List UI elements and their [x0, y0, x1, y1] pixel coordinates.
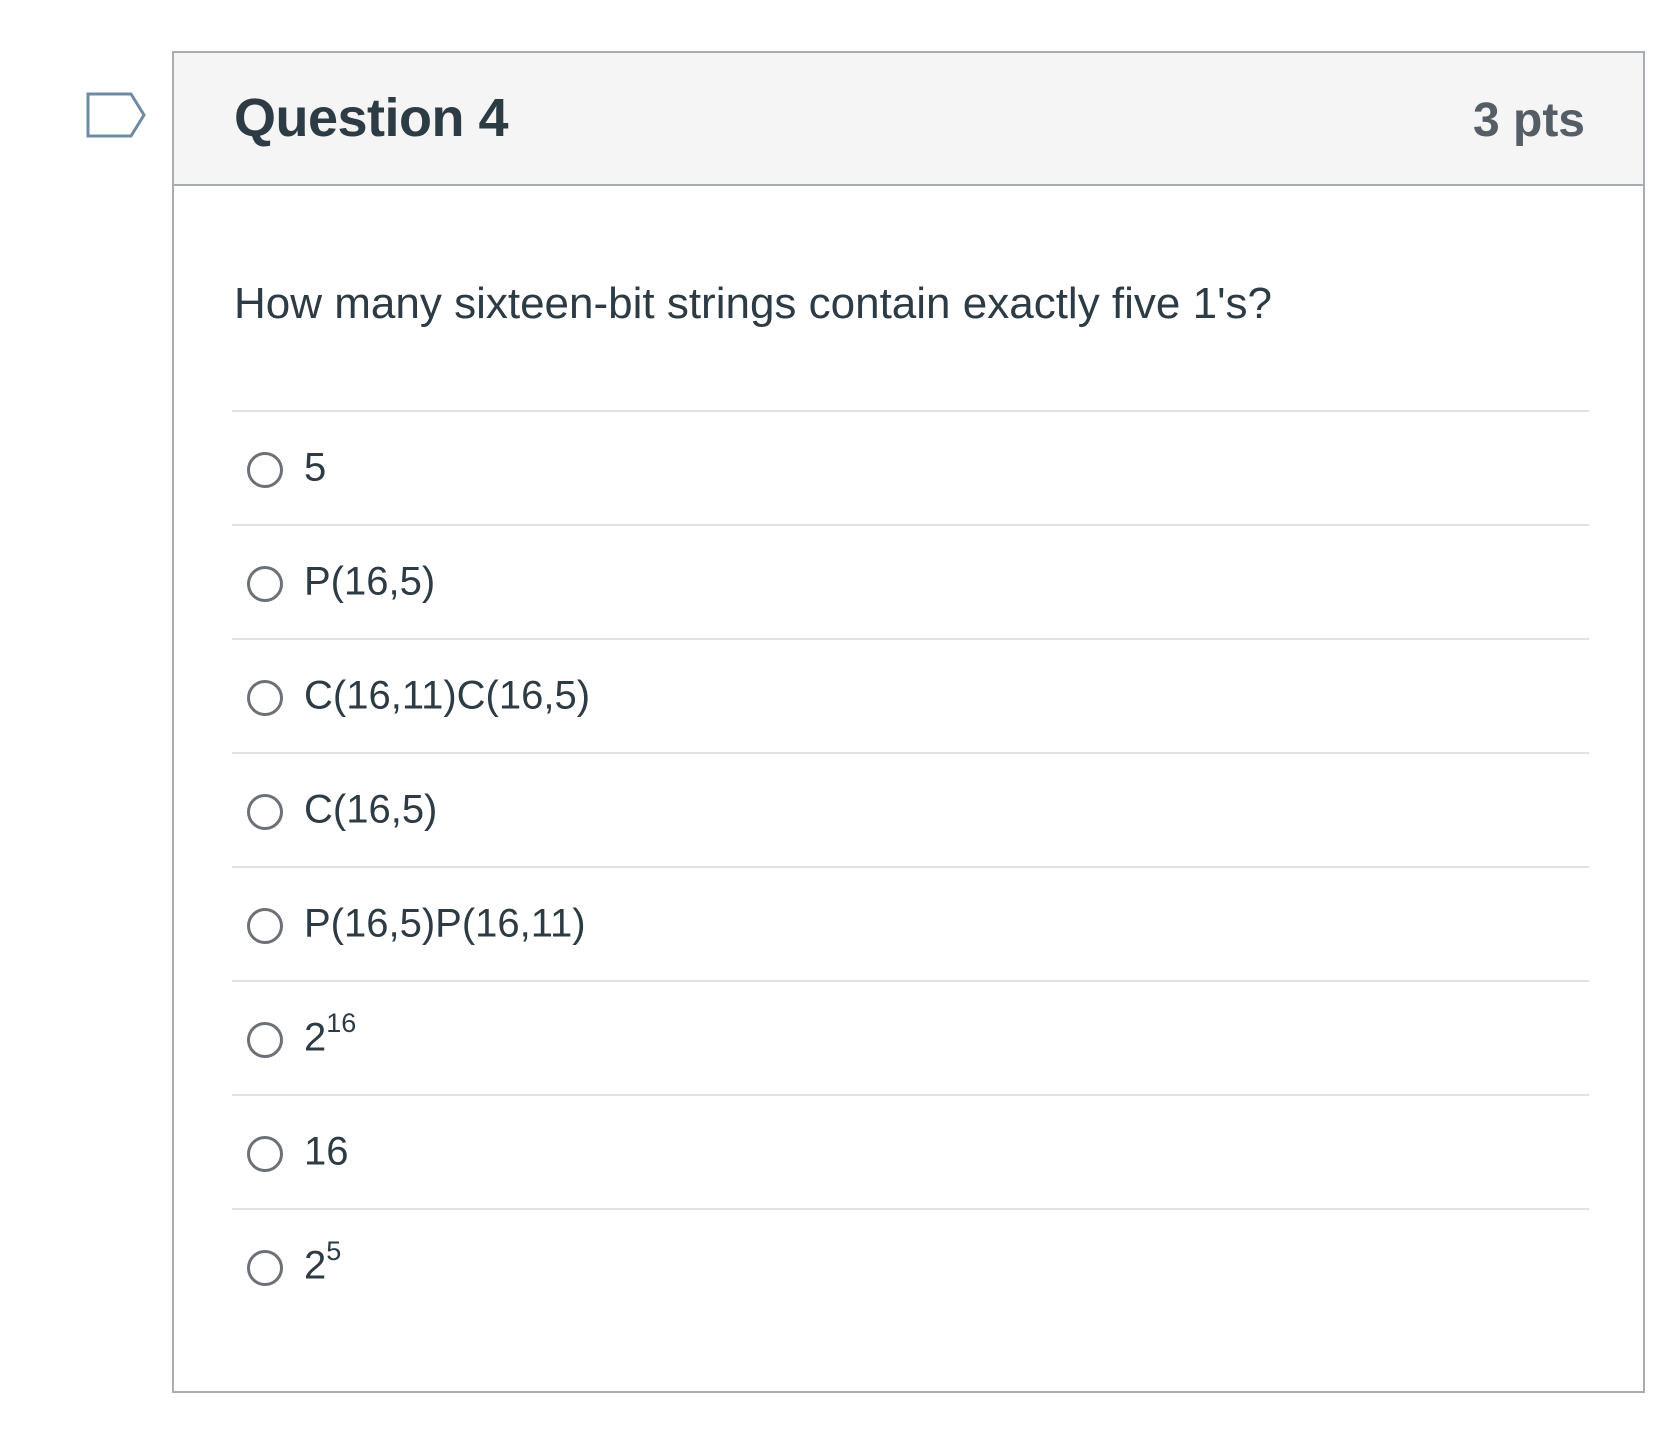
question-header: Question 4 3 pts — [174, 53, 1643, 186]
answer-option[interactable]: 5 — [232, 410, 1589, 524]
radio-button[interactable] — [247, 1136, 283, 1172]
answer-option[interactable]: 216 — [232, 980, 1589, 1094]
answer-list: 5 P(16,5) C(16,11)C(16,5) C(16,5) P(16,5… — [232, 410, 1589, 1322]
question-text: How many sixteen-bit strings contain exa… — [234, 279, 1272, 328]
answer-label: C(16,5) — [304, 787, 438, 832]
answer-option[interactable]: C(16,5) — [232, 752, 1589, 866]
question-title: Question 4 — [234, 88, 509, 148]
radio-button[interactable] — [247, 1250, 283, 1286]
answer-option[interactable]: P(16,5)P(16,11) — [232, 866, 1589, 980]
answer-option[interactable]: C(16,11)C(16,5) — [232, 638, 1589, 752]
radio-button[interactable] — [247, 1022, 283, 1058]
answer-label: 216 — [304, 1008, 357, 1060]
question-card: Question 4 3 pts How many sixteen-bit st… — [172, 51, 1645, 1393]
answer-label: P(16,5)P(16,11) — [304, 901, 586, 946]
answer-label: C(16,11)C(16,5) — [304, 673, 591, 718]
radio-button[interactable] — [247, 908, 283, 944]
radio-button[interactable] — [247, 452, 283, 488]
answer-option[interactable]: P(16,5) — [232, 524, 1589, 638]
flag-question-icon[interactable] — [86, 92, 148, 140]
question-points: 3 pts — [1472, 94, 1585, 147]
radio-button[interactable] — [247, 566, 283, 602]
answer-option[interactable]: 25 — [232, 1208, 1589, 1322]
radio-button[interactable] — [247, 680, 283, 716]
answer-label: 25 — [304, 1236, 342, 1288]
answer-label: 5 — [304, 445, 327, 490]
answer-label: P(16,5) — [304, 559, 436, 604]
answer-label: 16 — [304, 1129, 349, 1174]
answer-option[interactable]: 16 — [232, 1094, 1589, 1208]
radio-button[interactable] — [247, 794, 283, 830]
